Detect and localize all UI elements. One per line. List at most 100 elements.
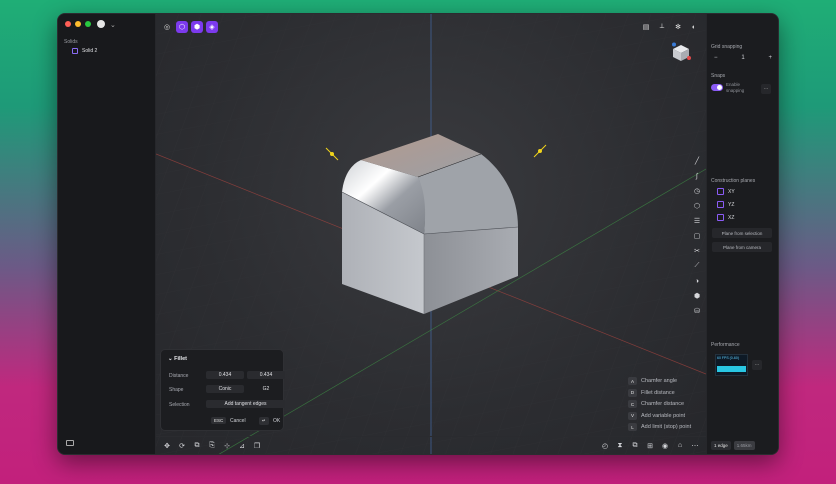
view-tools: ◴ ⧗ ⧉ ⊞ ◉ ⌂ ⋯ xyxy=(600,441,700,451)
plane-from-selection-button[interactable]: Plane from selection xyxy=(712,228,772,238)
left-sidebar: ⌄ Solids Solid 2 xyxy=(58,14,156,454)
modeling-tools: ╱ ∫ ◷ ⬡ ☰ ▢ ✂ ⟋ ◑ ⬢ ⛁ xyxy=(692,156,702,316)
duplicate-icon[interactable]: ⎘ xyxy=(207,441,217,451)
right-properties-panel: Grid snapping − 1 + Snaps Enable snappin… xyxy=(706,14,778,454)
selection-status: 1 edge 1.65km xyxy=(711,441,755,450)
shortcut-row: L Add limit (stop) point xyxy=(628,423,691,431)
shortcut-row: D Fillet distance xyxy=(628,388,691,397)
grid-value[interactable]: 1 xyxy=(741,55,744,61)
view-cube[interactable] xyxy=(670,42,692,64)
sidebar-item-solid[interactable]: Solid 2 xyxy=(72,48,97,54)
fps-graph: 60 FPS (0-60) xyxy=(715,354,748,376)
stack-tool-icon[interactable]: ☰ xyxy=(692,216,702,226)
box-tool-icon[interactable]: ⬢ xyxy=(692,291,702,301)
fps-bar xyxy=(717,366,746,372)
rectangle-tool-icon[interactable]: ▢ xyxy=(692,231,702,241)
render-icon[interactable]: ✻ xyxy=(672,21,684,33)
3d-viewport[interactable]: ◎ ⬡ ⬢ ◈ ▤ ⟂ ✻ ◐ ╱ ∫ ◷ ⬡ ☰ ▢ ✂ ⟋ ◑ ⬢ ⛁ ⌄ … xyxy=(156,14,706,454)
shortcut-row: V Add variable point xyxy=(628,411,691,420)
selection-mode-toolbar: ◎ ⬡ ⬢ ◈ xyxy=(161,21,218,33)
shortcut-row: C Chamfer distance xyxy=(628,400,691,408)
shortcut-key: C xyxy=(628,400,637,408)
add-tangent-edges-button[interactable]: Add tangent edges xyxy=(206,400,285,408)
distance-input-1[interactable]: 0.434 xyxy=(206,371,244,379)
shape-conic-option[interactable]: Conic xyxy=(206,385,244,393)
copy-icon[interactable]: ❐ xyxy=(252,441,262,451)
plane-label: XZ xyxy=(728,214,735,221)
esc-key-hint: ESC xyxy=(211,417,227,424)
move-icon[interactable]: ✥ xyxy=(162,441,172,451)
cut-tool-icon[interactable]: ✂ xyxy=(692,246,702,256)
enter-key-hint: ↵ xyxy=(259,417,269,425)
distance-label: Distance xyxy=(169,373,189,379)
shading-icon[interactable]: ◐ xyxy=(688,21,700,33)
curve-tool-icon[interactable]: ∫ xyxy=(692,171,702,181)
chevron-down-icon[interactable]: ⌄ xyxy=(110,21,116,29)
trim-tool-icon[interactable]: ⟋ xyxy=(692,261,702,271)
line-tool-icon[interactable]: ╱ xyxy=(692,156,702,166)
app-window: ⌄ Solids Solid 2 ◎ ⬡ ⬢ ◈ ▤ ⟂ ✻ ◐ ╱ ∫ ◷ ⬡… xyxy=(57,13,779,455)
transform-tools: ✥ ⟳ ⧉ ⎘ ⊹ ⊿ ❐ xyxy=(162,441,262,451)
plane-item-yz[interactable]: YZ xyxy=(717,201,734,208)
select-vertex-button[interactable]: ⬡ xyxy=(176,21,188,33)
measure-icon[interactable]: ⊿ xyxy=(237,441,247,451)
library-icon[interactable]: ▤ xyxy=(640,21,652,33)
layers-icon[interactable]: ⧉ xyxy=(630,441,640,451)
target-icon[interactable]: ◎ xyxy=(161,21,173,33)
hourglass-icon[interactable]: ⧗ xyxy=(615,441,625,451)
select-edge-button[interactable]: ⬢ xyxy=(191,21,203,33)
ok-button[interactable]: OK xyxy=(273,418,280,424)
snap-toggle-label: Enable snapping xyxy=(726,82,745,93)
stepper-plus-button[interactable]: + xyxy=(768,55,772,61)
more-icon[interactable]: ⋯ xyxy=(690,441,700,451)
performance-label: Performance xyxy=(711,342,740,348)
shortcut-row: A Chamfer angle xyxy=(628,377,691,385)
sidebar-item-label: Solid 2 xyxy=(82,48,98,54)
plane-item-xz[interactable]: XZ xyxy=(717,214,734,221)
plane-icon xyxy=(717,201,724,208)
plane-from-camera-button[interactable]: Plane from camera xyxy=(712,242,772,252)
rotate-icon[interactable]: ⟳ xyxy=(177,441,187,451)
select-face-button[interactable]: ◈ xyxy=(206,21,218,33)
shortcut-key: L xyxy=(628,423,637,431)
scale-icon[interactable]: ⧉ xyxy=(192,441,202,451)
maximize-window-button[interactable] xyxy=(85,21,91,27)
clock-icon[interactable]: ◴ xyxy=(600,441,610,451)
shape-g2-option[interactable]: G2 xyxy=(247,385,285,393)
grid-icon[interactable]: ⊞ xyxy=(645,441,655,451)
snaps-label: Snaps xyxy=(711,73,726,79)
snaps-more-button[interactable]: ⋯ xyxy=(761,84,771,94)
fillet-panel: ⌄ Fillet Distance 0.434 0.434 Shape Coni… xyxy=(160,349,285,431)
shortcut-hints: A Chamfer angle D Fillet distance C Chamfer… xyxy=(628,377,691,435)
selection-size-badge: 1.65km xyxy=(733,441,755,450)
sphere-tool-icon[interactable]: ◑ xyxy=(692,276,702,286)
shortcut-key: D xyxy=(628,388,637,397)
fillet-panel-title: ⌄ Fillet xyxy=(168,356,187,362)
window-controls: ⌄ xyxy=(65,20,116,29)
minimize-window-button[interactable] xyxy=(75,21,81,27)
axes-icon[interactable]: ⟂ xyxy=(656,21,668,33)
plane-label: XY xyxy=(728,188,735,195)
selection-count-badge: 1 edge xyxy=(711,441,731,450)
plane-icon xyxy=(717,188,724,195)
solids-section-title: Solids xyxy=(64,39,78,45)
close-window-button[interactable] xyxy=(65,21,71,27)
visibility-icon[interactable]: ◉ xyxy=(660,441,670,451)
distance-input-2[interactable]: 0.434 xyxy=(247,371,285,379)
polygon-tool-icon[interactable]: ⬡ xyxy=(692,201,702,211)
plane-item-xy[interactable]: XY xyxy=(717,188,735,195)
viewport-bottom-toolbar: ✥ ⟳ ⧉ ⎘ ⊹ ⊿ ❐ ◴ ⧗ ⧉ ⊞ ◉ ⌂ ⋯ xyxy=(156,436,706,454)
folder-icon[interactable] xyxy=(66,440,74,446)
shortcut-key: A xyxy=(628,377,637,385)
shape-label: Shape xyxy=(169,387,184,393)
align-icon[interactable]: ⊹ xyxy=(222,441,232,451)
home-icon[interactable]: ⌂ xyxy=(675,441,685,451)
circle-tool-icon[interactable]: ◷ xyxy=(692,186,702,196)
grid-snapping-label: Grid snapping xyxy=(711,44,743,50)
cancel-button[interactable]: Cancel xyxy=(230,418,246,424)
stepper-minus-button[interactable]: − xyxy=(714,55,718,61)
cylinder-tool-icon[interactable]: ⛁ xyxy=(692,306,702,316)
performance-more-button[interactable]: ⋯ xyxy=(752,360,762,370)
app-menu-icon[interactable] xyxy=(97,20,105,28)
snap-toggle[interactable] xyxy=(711,84,723,91)
